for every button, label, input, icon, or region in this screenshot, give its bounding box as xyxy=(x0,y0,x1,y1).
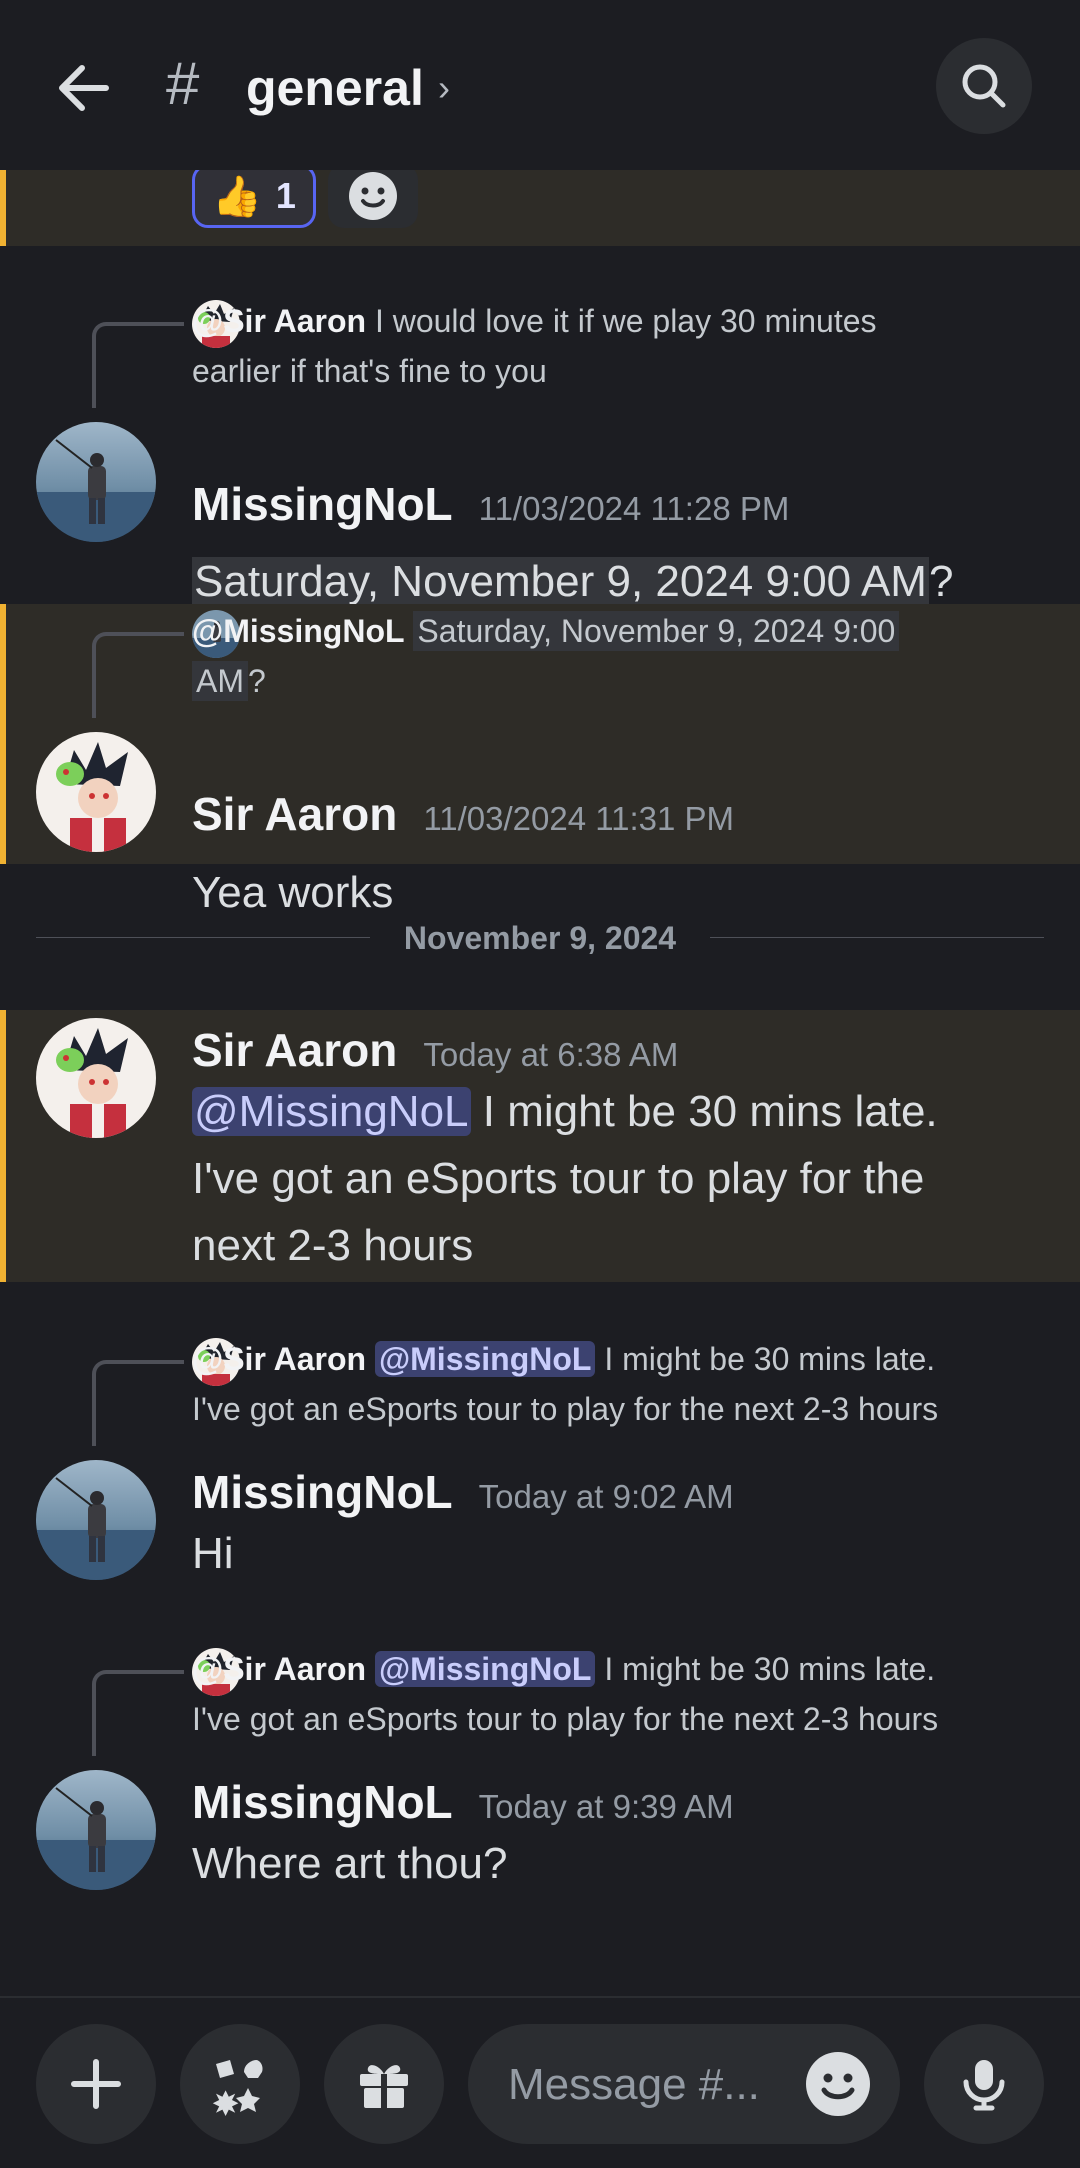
thumbs-up-icon: 👍 xyxy=(212,174,262,219)
reply-connector xyxy=(92,1670,184,1756)
message-timestamp: Today at 9:39 AM xyxy=(478,1788,734,1825)
channel-hash-icon: # xyxy=(166,50,200,117)
gift-icon xyxy=(360,2065,408,2108)
reaction-count: 1 xyxy=(275,175,296,216)
date-divider-label: November 9, 2024 xyxy=(403,920,677,956)
apps-icon xyxy=(212,2060,263,2116)
reaction-thumbs-up[interactable]: 👍 1 xyxy=(192,170,316,228)
message-header: MissingNoL Today at 9:02 AM xyxy=(192,1464,734,1525)
add-reaction-button[interactable] xyxy=(328,170,418,228)
channel-header: # general › xyxy=(0,0,1080,170)
back-arrow-icon[interactable] xyxy=(48,52,120,124)
emoji-icon[interactable] xyxy=(804,2050,872,2118)
date-divider: November 9, 2024 xyxy=(36,918,1044,958)
message-header: Sir Aaron Today at 6:38 AM xyxy=(192,1022,678,1083)
search-icon xyxy=(962,64,1006,108)
author-name[interactable]: MissingNoL xyxy=(192,1466,453,1518)
channel-title[interactable]: general xyxy=(246,56,424,120)
reply-preview[interactable]: @Sir Aaron @MissingNoL I might be 30 min… xyxy=(192,1334,1052,1434)
apps-button[interactable] xyxy=(180,2024,300,2144)
reply-preview[interactable]: @Sir Aaron I would love it if we play 30… xyxy=(192,296,1052,396)
message-3-body: @MissingNoL I might be 30 mins late. I'v… xyxy=(192,1087,938,1270)
composer-bar: Message #... xyxy=(0,1996,1080,2168)
message-feed[interactable]: 👍 1 @Sir Aaron I would love it if we pla… xyxy=(0,170,1080,1996)
chevron-right-icon[interactable]: › xyxy=(438,66,450,110)
user-mention[interactable]: @MissingNoL xyxy=(192,1087,471,1136)
message-2-body: Yea works xyxy=(192,868,394,917)
search-button[interactable] xyxy=(936,38,1032,134)
avatar-missingnol[interactable] xyxy=(36,1460,156,1580)
reply-connector xyxy=(92,1360,184,1446)
reply-connector xyxy=(92,632,184,718)
author-name[interactable]: Sir Aaron xyxy=(192,1024,397,1076)
gift-button[interactable] xyxy=(324,2024,444,2144)
message-header: MissingNoL Today at 9:39 AM xyxy=(192,1774,734,1835)
message-timestamp: Today at 9:02 AM xyxy=(478,1478,734,1515)
highlighted-message-strip xyxy=(0,170,1080,246)
microphone-icon xyxy=(963,2060,1005,2111)
voice-message-button[interactable] xyxy=(924,2024,1044,2144)
reply-preview[interactable]: @MissingNoL Saturday, November 9, 2024 9… xyxy=(192,606,1052,706)
avatar-sir-aaron[interactable] xyxy=(36,1018,156,1138)
message-4-body: Hi xyxy=(192,1529,234,1578)
add-emoji-icon xyxy=(349,172,397,220)
avatar-sir-aaron[interactable] xyxy=(36,732,156,852)
plus-icon xyxy=(71,2059,121,2109)
avatar-missingnol[interactable] xyxy=(36,1770,156,1890)
timestamp-chip[interactable]: Saturday, November 9, 2024 9:00 AM xyxy=(192,557,929,606)
avatar-missingnol[interactable] xyxy=(36,422,156,542)
message-input[interactable]: Message #... xyxy=(468,2024,900,2144)
message-timestamp: Today at 6:38 AM xyxy=(423,1036,679,1073)
message-1-body: Saturday, November 9, 2024 9:00 AM? xyxy=(192,557,954,606)
reply-preview[interactable]: @Sir Aaron @MissingNoL I might be 30 min… xyxy=(192,1644,1052,1744)
message-input-placeholder: Message #... xyxy=(508,2060,760,2109)
attach-button[interactable] xyxy=(36,2024,156,2144)
message-5-body: Where art thou? xyxy=(192,1839,508,1888)
reply-connector xyxy=(92,322,184,408)
author-name[interactable]: MissingNoL xyxy=(192,1776,453,1828)
